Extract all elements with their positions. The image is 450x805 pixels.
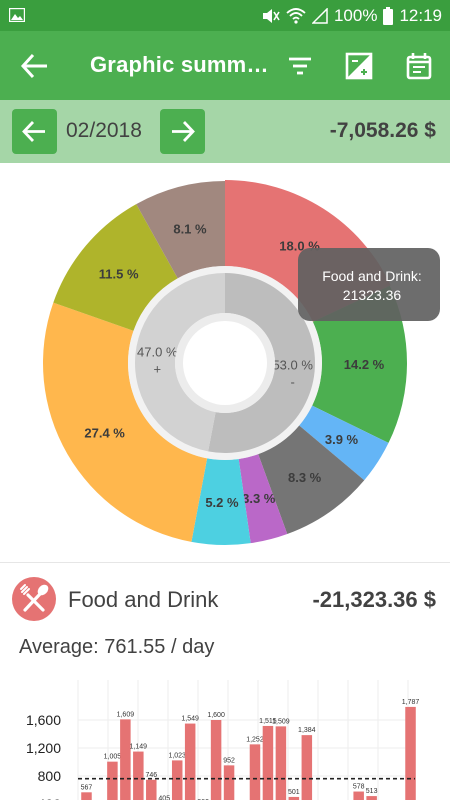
y-tick-label: 1,200 — [26, 740, 61, 756]
y-tick-label: 800 — [38, 768, 62, 784]
bar[interactable] — [133, 751, 144, 805]
inner-ring-sign: - — [291, 374, 295, 389]
category-icon-badge — [12, 577, 56, 621]
center-hole — [183, 321, 267, 405]
bar-value-label: 1,787 — [402, 699, 420, 706]
pie-chart-area: 18.0 % 14.2 % 3.9 % 8.3 % 3.3 % 5.2 % 27.4 % 11… — [0, 163, 450, 561]
tooltip-line1: Food and Drink: — [322, 268, 422, 284]
inner-ring-label: 53.0 % — [272, 357, 313, 372]
bar-value-label: 513 — [366, 788, 378, 795]
bar-value-label: 952 — [223, 757, 235, 764]
bar[interactable] — [120, 719, 131, 805]
pie-slice-label: 27.4 % — [84, 426, 125, 441]
pie-slice-label: 11.5 % — [99, 266, 139, 281]
battery-icon — [383, 7, 394, 25]
pie-slice-label: 3.3 % — [242, 491, 276, 506]
pie-slice-label: 8.1 % — [173, 221, 207, 236]
arrow-left-icon — [22, 121, 45, 142]
daily-bar-chart[interactable]: 1,600 1,200 800 400 567 1,005 1,609 1,149 746 405… — [0, 670, 450, 805]
bar-value-label: 1,600 — [207, 712, 225, 719]
image-icon — [9, 8, 25, 22]
arrow-right-icon — [172, 121, 195, 142]
tooltip-line2: 21323.36 — [343, 287, 402, 303]
next-month-button[interactable] — [160, 109, 205, 154]
bar-value-label: 1,252 — [246, 736, 264, 743]
pie-slice-label: 14.2 % — [344, 357, 385, 372]
bar[interactable] — [405, 706, 416, 805]
current-month: 02/2018 — [66, 119, 142, 142]
inner-ring-sign: + — [154, 362, 162, 377]
category-name: Food and Drink — [68, 587, 219, 612]
y-tick-label: 1,600 — [26, 712, 61, 728]
daily-bar-chart-area: 1,600 1,200 800 400 567 1,005 1,609 1,149 746 405… — [0, 670, 450, 805]
bar-value-label: 1,384 — [298, 727, 316, 734]
bar-value-label: 501 — [288, 789, 300, 796]
selected-category-row[interactable]: Food and Drink -21,323.36 $ — [0, 563, 450, 635]
wifi-icon — [286, 8, 306, 24]
bar[interactable] — [107, 761, 118, 805]
period-bar: 02/2018 -7,058.26 $ — [0, 100, 450, 163]
bar[interactable] — [171, 760, 183, 805]
bar-value-label: 1,149 — [130, 744, 148, 751]
bar[interactable] — [81, 792, 92, 805]
app-bar: Graphic summ… — [0, 31, 450, 100]
clock: 12:19 — [399, 6, 442, 25]
mute-icon — [262, 9, 280, 23]
month-total: -7,058.26 $ — [329, 119, 436, 142]
slice-tooltip: Food and Drink: 21323.36 — [298, 248, 440, 321]
calendar-icon[interactable] — [404, 51, 434, 81]
back-arrow-icon[interactable] — [20, 52, 50, 80]
fork-knife-icon — [20, 584, 49, 612]
bar-value-label: 405 — [158, 796, 170, 800]
bar-value-label: 1,005 — [104, 754, 122, 761]
previous-month-button[interactable] — [12, 109, 57, 154]
status-bar: 100% 12:19 — [0, 0, 450, 31]
bar-value-label: 746 — [145, 772, 157, 779]
bar[interactable] — [184, 723, 196, 805]
bar[interactable] — [146, 779, 157, 805]
bar-value-label: 1,023 — [168, 752, 186, 759]
pie-chart[interactable]: 18.0 %14.2 %3.9 %8.3 %3.3 %5.2 %27.4 %11… — [0, 163, 450, 561]
bar[interactable] — [366, 796, 377, 805]
bar[interactable] — [210, 720, 222, 805]
status-icons: 100% 12:19 — [262, 5, 442, 27]
battery-percent: 100% — [333, 6, 378, 25]
daily-average: Average: 761.55 / day — [19, 636, 215, 658]
inner-ring-label: 47.0 % — [137, 345, 178, 360]
bar[interactable] — [262, 725, 274, 805]
bar[interactable] — [223, 765, 235, 805]
pie-slice-label: 8.3 % — [288, 470, 322, 485]
tooltip-box — [298, 248, 440, 321]
bar-value-label: 1,549 — [181, 716, 199, 723]
bar-value-label: 567 — [81, 784, 93, 791]
page-title: Graphic summ… — [90, 52, 269, 77]
pie-slice-label: 5.2 % — [205, 495, 239, 510]
bar[interactable] — [249, 744, 261, 805]
bar[interactable] — [275, 726, 287, 805]
bar-value-label: 578 — [353, 784, 365, 791]
y-tick-label: 400 — [38, 796, 62, 800]
signal-icon — [311, 8, 328, 24]
bar[interactable] — [353, 791, 364, 805]
category-amount: -21,323.36 $ — [312, 587, 436, 612]
bar-value-label: 1,609 — [117, 711, 135, 718]
pie-slice-label: 3.9 % — [325, 432, 359, 447]
bar-value-label: 1,509 — [272, 718, 290, 725]
edit-image-icon[interactable] — [344, 51, 374, 81]
filter-icon[interactable] — [285, 51, 315, 81]
bar[interactable] — [301, 735, 313, 805]
